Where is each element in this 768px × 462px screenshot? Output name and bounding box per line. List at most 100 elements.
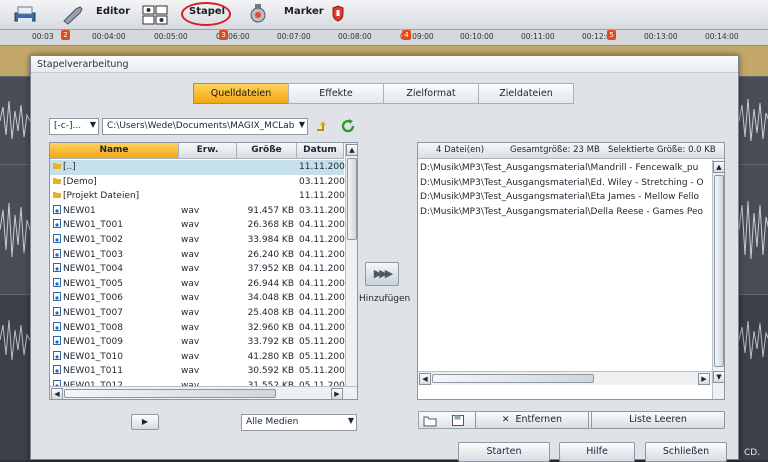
clear-list-button[interactable]: Liste Leeren xyxy=(591,411,725,429)
scroll-thumb[interactable] xyxy=(714,175,724,367)
file-row[interactable]: NEW01_T003 wav 26.240 KB 04.11.2008 xyxy=(50,248,351,263)
dialog-title: Stapelverarbeitung xyxy=(31,56,738,73)
file-date: 04.11.2008 xyxy=(299,235,351,245)
start-button[interactable]: Starten xyxy=(458,442,550,462)
tab-effects[interactable]: Effekte xyxy=(288,83,384,104)
file-row[interactable]: NEW01_T005 wav 26.944 KB 04.11.2008 xyxy=(50,277,351,292)
track-marker[interactable]: 5 xyxy=(607,30,616,40)
refresh-icon[interactable] xyxy=(340,118,356,134)
side-label: CD. xyxy=(744,448,761,458)
file-name: NEW01_T005 xyxy=(53,277,179,291)
file-name: NEW01_T001 xyxy=(53,218,179,232)
queue-item[interactable]: D:\Musik\MP3\Test_Ausgangsmaterial\Mandr… xyxy=(420,161,712,176)
media-filter-value: Alle Medien xyxy=(246,417,299,427)
file-size: 26.368 KB xyxy=(247,220,294,231)
fast-forward-icon: ▶▶▶ xyxy=(373,267,393,280)
tab-target-files[interactable]: Zieldateien xyxy=(478,83,574,104)
scroll-thumb[interactable] xyxy=(432,374,594,383)
vertical-scrollbar[interactable]: ▲ xyxy=(345,143,357,386)
queue-status-bar: 4 Datei(en) Gesamtgröße: 23 MB Selektier… xyxy=(418,143,724,159)
track-marker[interactable]: 4 xyxy=(402,30,411,40)
column-header-date[interactable]: Datum xyxy=(297,143,344,159)
file-ext: wav xyxy=(181,322,200,333)
file-row[interactable]: NEW01_T002 wav 33.984 KB 04.11.2008 xyxy=(50,233,351,248)
audio-file-icon xyxy=(53,263,61,273)
audio-file-icon xyxy=(53,350,61,360)
scroll-up-button[interactable]: ▲ xyxy=(346,144,357,156)
file-size: 30.592 KB xyxy=(247,366,294,377)
horizontal-scrollbar[interactable]: ◀ ▶ xyxy=(418,371,712,385)
column-header-name[interactable]: Name xyxy=(50,143,179,159)
file-row[interactable]: NEW01_T008 wav 32.960 KB 04.11.2008 xyxy=(50,321,351,336)
track-marker[interactable]: 3 xyxy=(219,30,228,40)
scroll-thumb[interactable] xyxy=(347,158,357,240)
vertical-scrollbar[interactable]: ▲ ▼ xyxy=(712,160,724,399)
scroll-left-button[interactable]: ◀ xyxy=(419,373,431,385)
folder-up-icon[interactable] xyxy=(315,118,331,134)
scroll-right-button[interactable]: ▶ xyxy=(698,373,710,385)
ruler-tick: 00:05:00 xyxy=(154,32,188,41)
audio-file-icon xyxy=(53,336,61,346)
tab-source-files[interactable]: Quelldateien xyxy=(193,83,289,104)
medal-icon[interactable] xyxy=(246,3,270,25)
file-ext: wav xyxy=(181,351,200,362)
folder-icon[interactable] xyxy=(423,414,437,427)
media-filter-select[interactable]: Alle Medien ▼ xyxy=(241,414,357,431)
file-row[interactable]: [Projekt Dateien] 11.11.2008 xyxy=(50,189,351,204)
file-row[interactable]: NEW01_T010 wav 41.280 KB 05.11.2008 xyxy=(50,350,351,365)
batch-print-icon[interactable] xyxy=(12,3,36,25)
marker-button[interactable]: Marker xyxy=(284,6,324,17)
column-header-size[interactable]: Größe xyxy=(237,143,297,159)
tab-target-format[interactable]: Zielformat xyxy=(383,83,479,104)
file-row[interactable]: NEW01 wav 91.457 KB 03.11.2008 xyxy=(50,204,351,219)
column-header-ext[interactable]: Erw. xyxy=(179,143,237,159)
remove-button-label: Entfernen xyxy=(515,414,563,425)
file-row[interactable]: NEW01_T001 wav 26.368 KB 04.11.2008 xyxy=(50,218,351,233)
horizontal-scrollbar[interactable]: ◀ ▶ xyxy=(50,386,357,399)
close-button[interactable]: Schließen xyxy=(645,442,727,462)
drive-select[interactable]: [-c-]... ▼ xyxy=(49,118,99,135)
path-select[interactable]: C:\Users\Wede\Documents\MAGIX_MCLab ▼ xyxy=(102,118,308,135)
drive-select-value: [-c-]... xyxy=(54,121,82,131)
scroll-left-button[interactable]: ◀ xyxy=(51,388,63,399)
highlight-circle xyxy=(181,2,231,26)
file-date: 04.11.2008 xyxy=(299,264,351,275)
queue-item[interactable]: D:\Musik\MP3\Test_Ausgangsmaterial\Eta J… xyxy=(420,190,712,205)
scroll-down-button[interactable]: ▼ xyxy=(713,371,724,383)
shield-icon[interactable] xyxy=(330,3,346,25)
editor-button[interactable]: Editor xyxy=(96,6,130,17)
queue-item[interactable]: D:\Musik\MP3\Test_Ausgangsmaterial\Della… xyxy=(420,205,712,220)
remove-button[interactable]: ✕ Entfernen xyxy=(475,411,589,429)
audio-file-icon xyxy=(53,277,61,287)
file-row[interactable]: [Demo] 03.11.2008 xyxy=(50,175,351,190)
scroll-up-button[interactable]: ▲ xyxy=(713,161,724,173)
file-name: NEW01_T002 xyxy=(53,233,179,247)
batch-cd-icon[interactable] xyxy=(141,3,171,25)
file-row[interactable]: [..] 11.11.2008 xyxy=(50,160,351,175)
help-button[interactable]: Hilfe xyxy=(559,442,635,462)
save-icon[interactable] xyxy=(451,414,465,427)
file-row[interactable]: NEW01_T006 wav 34.048 KB 04.11.2008 xyxy=(50,291,351,306)
ruler-tick: 00:08:00 xyxy=(338,32,372,41)
track-marker[interactable]: 2 xyxy=(61,30,70,40)
preview-play-button[interactable]: ▶ xyxy=(131,414,159,430)
file-name: NEW01 xyxy=(53,204,179,218)
queue-item[interactable]: D:\Musik\MP3\Test_Ausgangsmaterial\Ed. W… xyxy=(420,176,712,191)
scroll-right-button[interactable]: ▶ xyxy=(331,388,343,399)
timeline-ruler[interactable]: 00:03 00:04:00 00:05:00 00:06:00 00:07:0… xyxy=(0,30,768,46)
file-row[interactable]: NEW01_T011 wav 30.592 KB 05.11.2008 xyxy=(50,364,351,379)
file-size: 26.944 KB xyxy=(247,278,294,289)
file-date: 05.11.2008 xyxy=(299,337,351,348)
file-row[interactable]: NEW01_T004 wav 37.952 KB 04.11.2008 xyxy=(50,262,351,277)
audio-file-icon xyxy=(53,292,61,302)
file-ext: wav xyxy=(181,220,200,231)
file-size: 25.408 KB xyxy=(247,308,294,318)
file-row[interactable]: NEW01_T009 wav 33.792 KB 05.11.2008 xyxy=(50,335,351,350)
file-name: NEW01_T008 xyxy=(53,321,179,335)
wrench-icon[interactable] xyxy=(60,3,84,25)
scroll-thumb[interactable] xyxy=(64,389,276,398)
file-date: 05.11.2008 xyxy=(299,351,351,362)
add-files-button[interactable]: ▶▶▶ xyxy=(365,262,399,286)
file-ext: wav xyxy=(181,293,200,304)
file-row[interactable]: NEW01_T007 wav 25.408 KB 04.11.2008 xyxy=(50,306,351,321)
